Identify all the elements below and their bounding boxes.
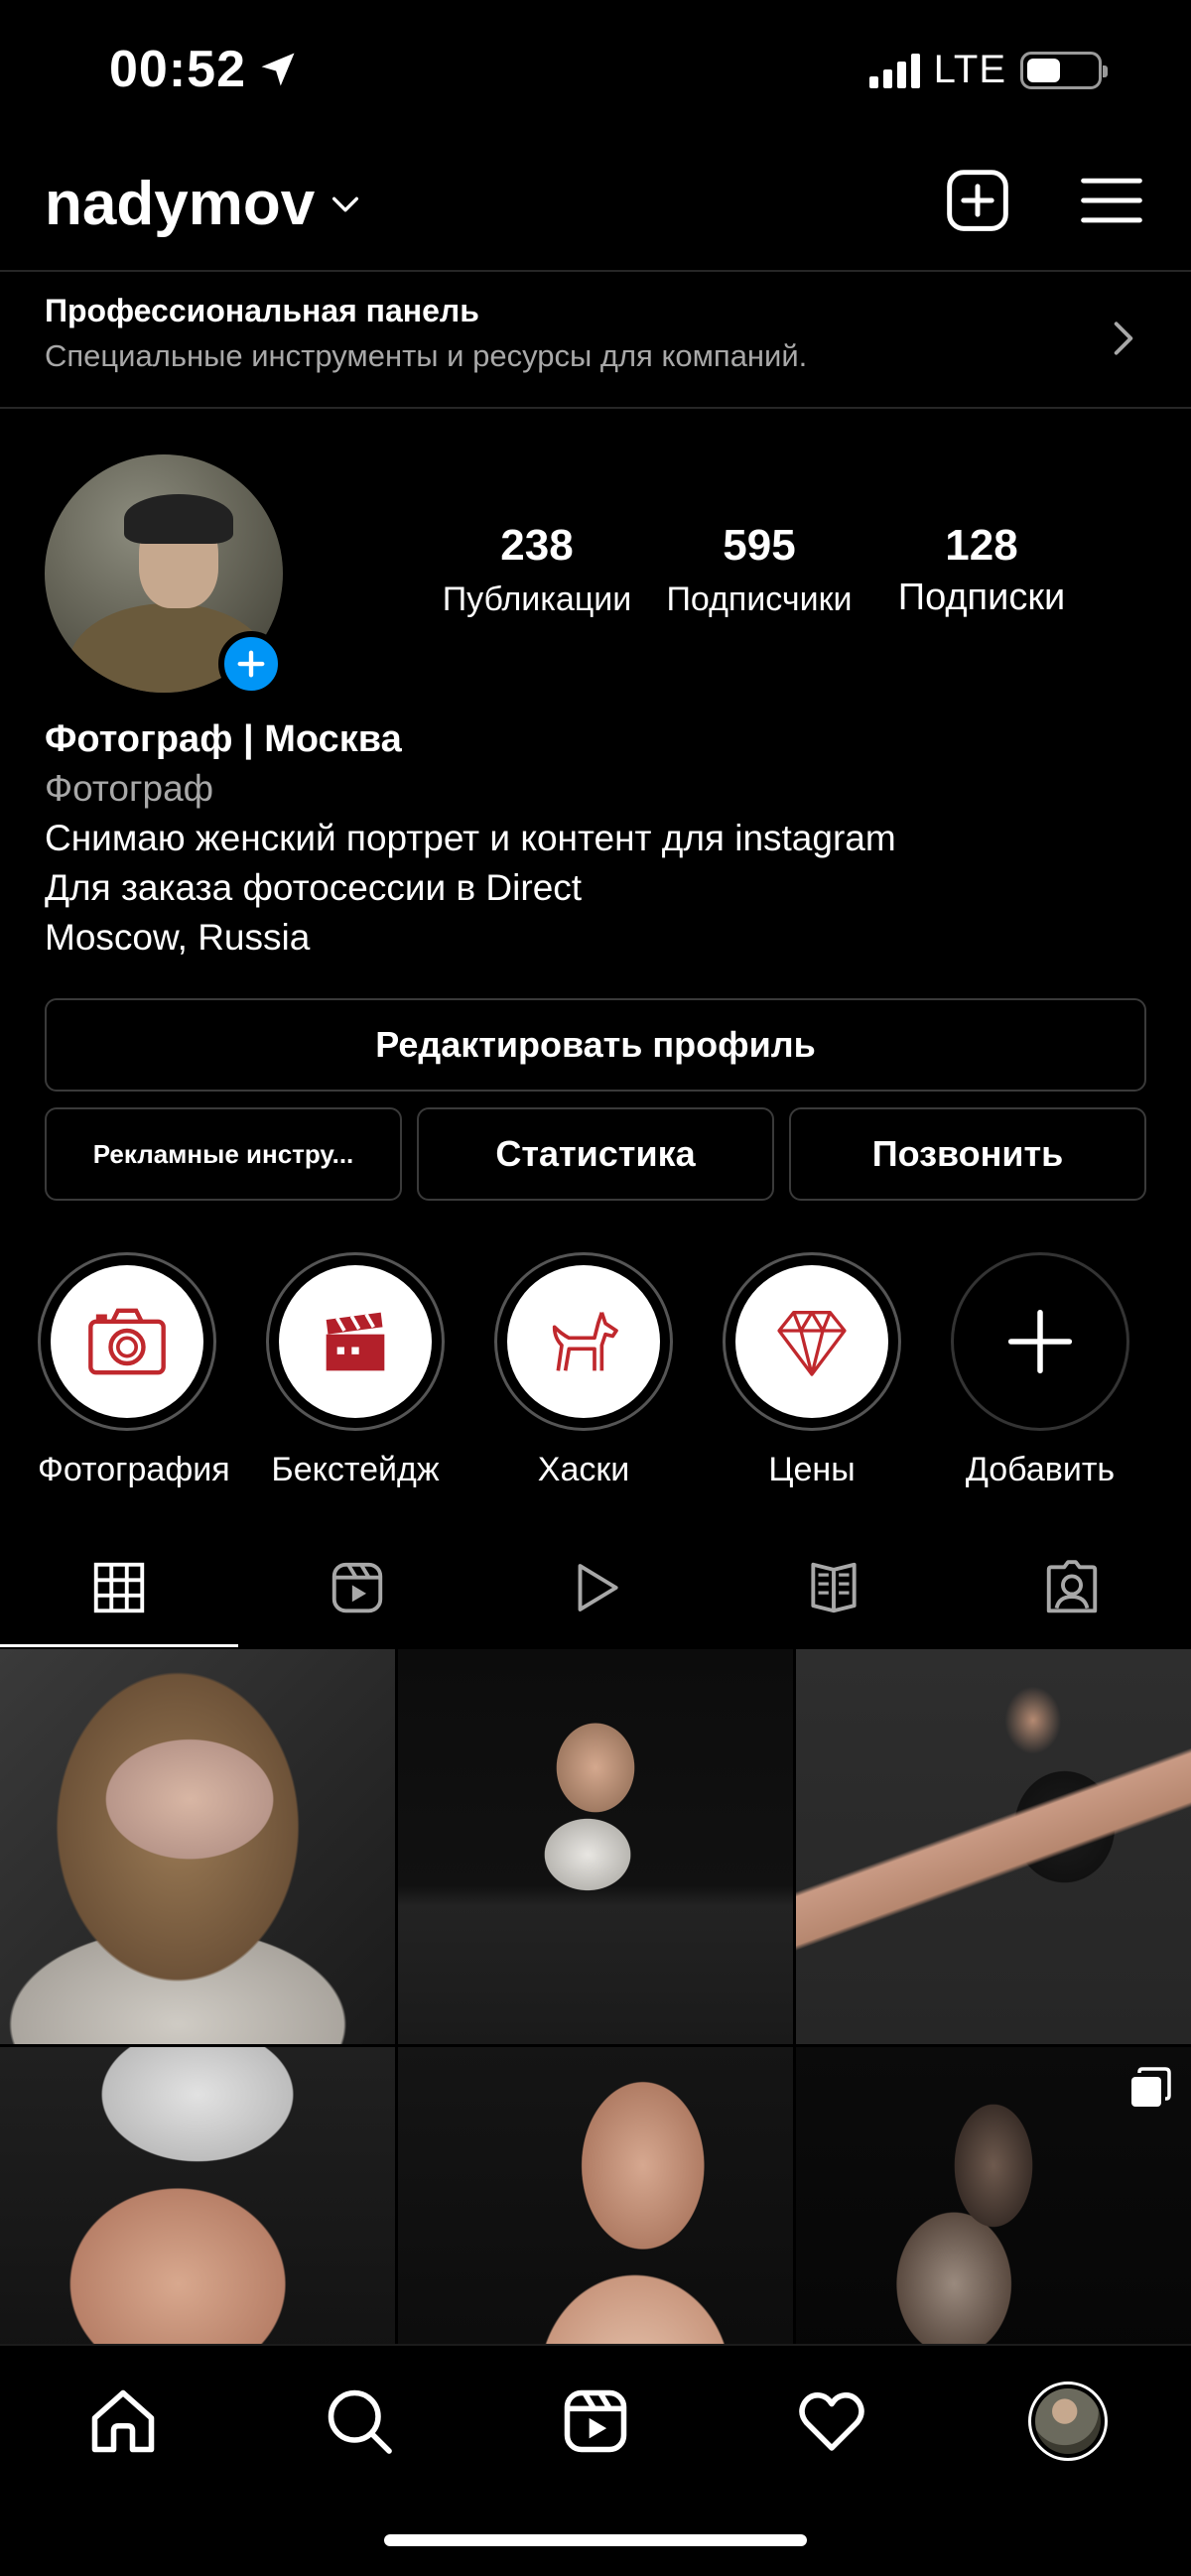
stat-value: 128: [945, 521, 1018, 570]
camera-icon: [88, 1308, 166, 1375]
bio-category: Фотограф: [45, 768, 214, 809]
carousel-icon: [1131, 2067, 1171, 2107]
nav-home-button[interactable]: [85, 2383, 161, 2459]
highlight-label: Бекстейдж: [271, 1451, 440, 1488]
pro-panel-subtitle: Специальные инструменты и ресурсы для ко…: [45, 338, 808, 373]
grid-icon: [93, 1562, 145, 1613]
plus-icon: [1007, 1309, 1073, 1374]
cellular-signal-icon: [868, 53, 920, 88]
new-post-button[interactable]: [944, 167, 1011, 234]
pro-panel-title: Профессиональная панель: [45, 293, 479, 328]
highlight-label: Фотография: [38, 1451, 230, 1488]
tagged-icon: [1046, 1560, 1098, 1613]
network-type: LTE: [933, 48, 1006, 91]
post-thumbnail[interactable]: [398, 1649, 793, 2044]
location-arrow-icon: [261, 53, 295, 86]
bio-text: Для заказа фотосессии в Direct: [45, 867, 583, 908]
highlight-backstage[interactable]: Бекстейдж: [266, 1252, 445, 1489]
professional-dashboard[interactable]: Профессиональная панель Специальные инст…: [0, 273, 1191, 407]
bio-location: Moscow, Russia: [45, 917, 311, 958]
tab-guides[interactable]: [715, 1528, 953, 1647]
stat-followers[interactable]: 595 Подписчики: [655, 521, 863, 619]
plus-icon: [237, 650, 265, 678]
nav-search-button[interactable]: [322, 2383, 397, 2459]
highlight-husky[interactable]: Хаски: [494, 1252, 673, 1489]
stat-value: 238: [500, 521, 574, 570]
bio-text: Снимаю женский портрет и контент для ins…: [45, 818, 896, 858]
post-thumbnail[interactable]: [0, 1649, 395, 2044]
reels-icon: [331, 1562, 383, 1613]
search-icon: [328, 2389, 392, 2454]
hamburger-menu-icon: [1081, 178, 1142, 223]
heart-icon: [799, 2392, 864, 2451]
avatar: [1035, 2388, 1101, 2454]
home-indicator: [384, 2534, 807, 2546]
posts-grid: [0, 1649, 1191, 2344]
profile-header: nadymov: [0, 159, 1191, 268]
nav-reels-button[interactable]: [558, 2383, 633, 2459]
highlight-label: Цены: [768, 1451, 856, 1488]
status-bar: 00:52 LTE: [0, 0, 1191, 139]
video-play-icon: [578, 1564, 618, 1611]
stat-label: Подписки: [897, 577, 1066, 618]
chevron-down-icon: [332, 196, 359, 211]
bio-name: Фотограф | Москва: [45, 718, 402, 760]
tab-posts-grid[interactable]: [0, 1528, 238, 1647]
post-thumbnail[interactable]: [0, 2047, 395, 2344]
account-switcher[interactable]: nadymov: [45, 169, 362, 239]
chevron-right-icon: [1114, 322, 1133, 355]
menu-button[interactable]: [1078, 167, 1145, 234]
highlight-label: Хаски: [537, 1451, 630, 1488]
stat-value: 595: [723, 521, 796, 570]
post-thumbnail[interactable]: [796, 1649, 1191, 2044]
home-icon: [91, 2389, 155, 2453]
highlight-photography[interactable]: Фотография: [38, 1252, 230, 1489]
stat-posts[interactable]: 238 Публикации: [433, 521, 641, 619]
clapperboard-icon: [326, 1312, 385, 1371]
battery-level: [1027, 58, 1060, 82]
ad-tools-button[interactable]: Рекламные инстру...: [45, 1107, 402, 1201]
tab-tagged[interactable]: [953, 1528, 1191, 1647]
divider: [0, 270, 1191, 272]
stat-label: Публикации: [442, 580, 632, 618]
diamond-icon: [777, 1311, 847, 1376]
post-thumbnail[interactable]: [796, 2047, 1191, 2344]
add-story-button[interactable]: [218, 631, 284, 697]
profile-bio: Фотограф | Москва Фотограф Снимаю женски…: [45, 714, 1146, 963]
divider: [0, 407, 1191, 409]
highlight-prices[interactable]: Цены: [723, 1252, 901, 1489]
post-thumbnail[interactable]: [398, 2047, 793, 2344]
call-button[interactable]: Позвонить: [789, 1107, 1146, 1201]
tab-videos[interactable]: [476, 1528, 715, 1647]
stat-following[interactable]: 128 Подписки: [877, 521, 1086, 619]
nav-profile-button[interactable]: [1028, 2382, 1108, 2461]
new-highlight-button[interactable]: Добавить: [951, 1252, 1129, 1489]
insights-button[interactable]: Статистика: [417, 1107, 774, 1201]
status-time-text: 00:52: [109, 41, 246, 98]
profile-tabs: [0, 1528, 1191, 1647]
guide-icon: [811, 1562, 857, 1613]
plus-square-icon: [947, 170, 1008, 231]
husky-icon: [552, 1312, 618, 1371]
status-time: 00:52: [109, 40, 300, 99]
status-indicators: LTE: [868, 48, 1108, 92]
reels-icon: [564, 2389, 627, 2453]
battery-icon: [1020, 51, 1108, 89]
username: nadymov: [45, 170, 316, 238]
stat-label: Подписчики: [666, 580, 853, 618]
tab-reels[interactable]: [238, 1528, 476, 1647]
highlight-label: Добавить: [965, 1451, 1116, 1488]
nav-activity-button[interactable]: [794, 2383, 869, 2459]
edit-profile-button[interactable]: Редактировать профиль: [45, 998, 1146, 1092]
